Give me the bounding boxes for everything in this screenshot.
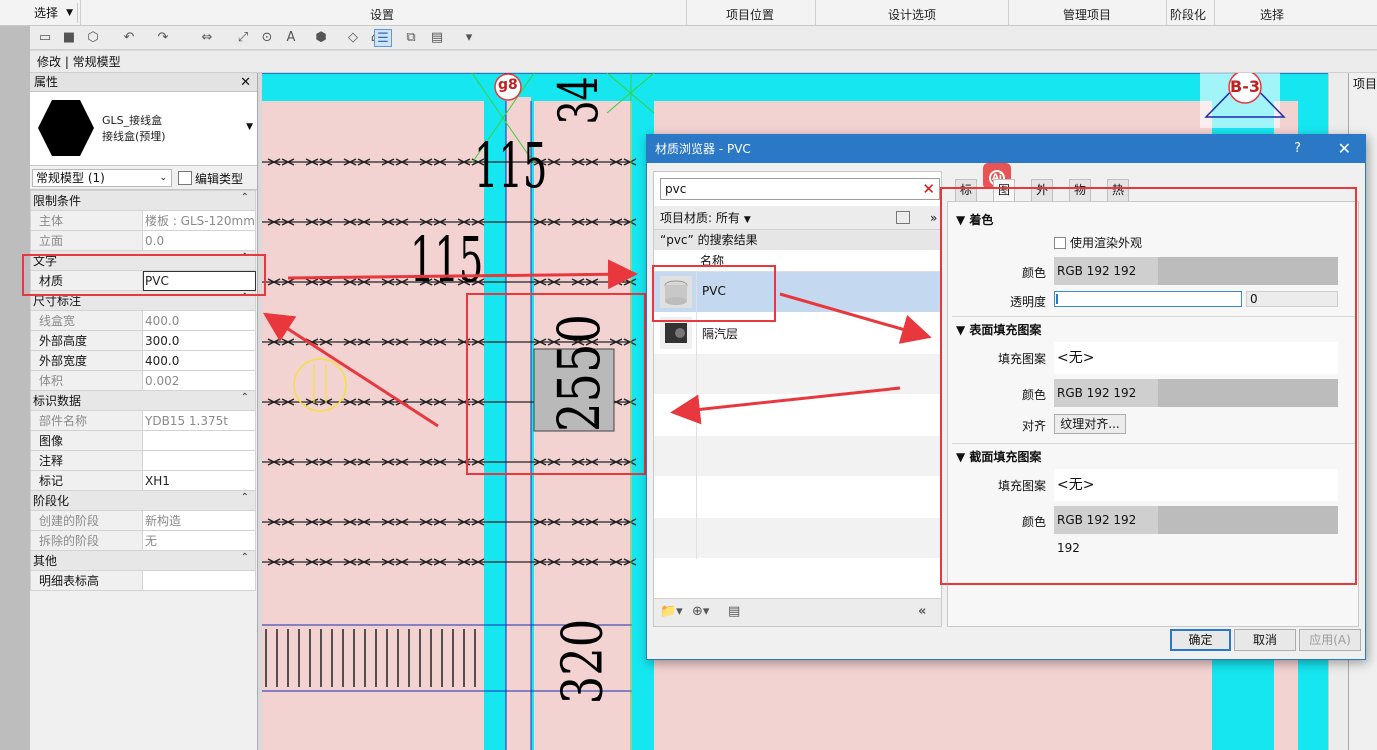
annotation-arrows — [262, 259, 932, 428]
